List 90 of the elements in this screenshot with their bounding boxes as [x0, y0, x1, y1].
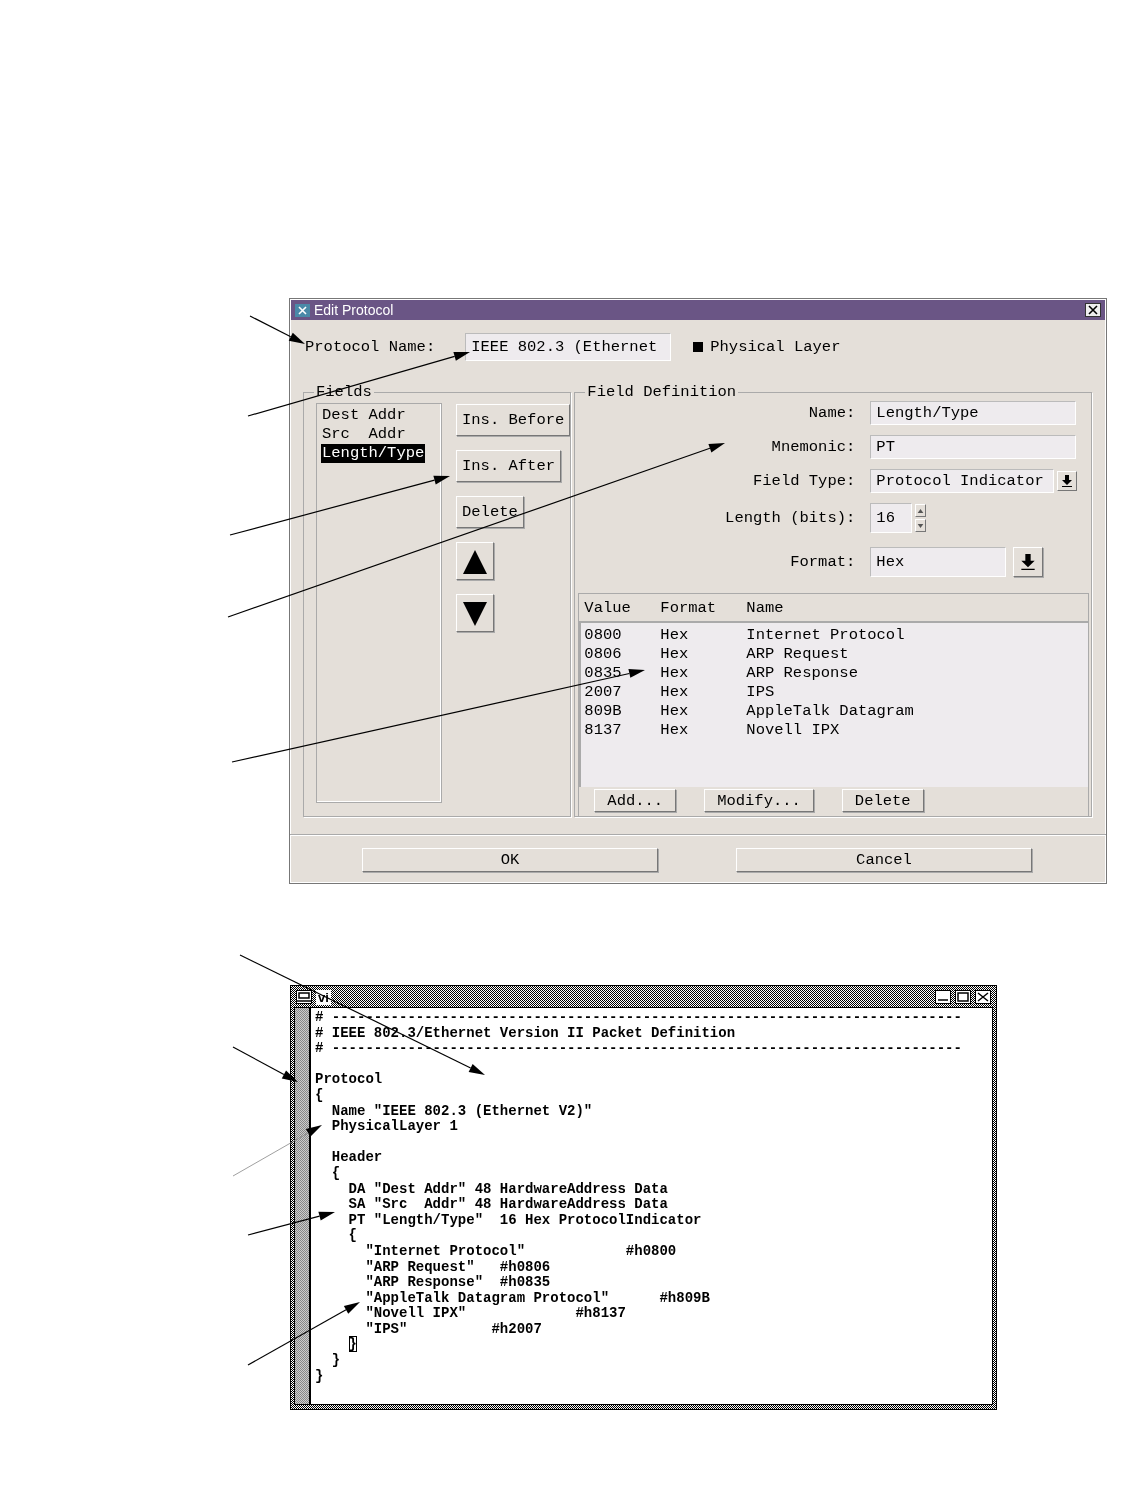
code-line: "ARP Response" #h0835 [364, 1275, 552, 1291]
code-line: } [315, 1368, 325, 1385]
spin-down-button[interactable] [915, 519, 927, 532]
field-label: Format: [789, 553, 856, 571]
spin-up-button[interactable] [915, 504, 927, 517]
down-arrow-icon [1021, 554, 1036, 570]
action-button[interactable]: Ins. After [456, 450, 561, 482]
code-line: { [315, 1087, 325, 1104]
table-cell-text: 809B [584, 701, 623, 720]
table-cell-text: Hex [660, 663, 690, 682]
dialog-button[interactable]: OK [362, 848, 658, 872]
field-label: Length (bits): [724, 509, 856, 527]
table-cell-text: 0835 [584, 663, 623, 682]
table-cell-text: 0806 [584, 644, 623, 663]
app-logo-icon [295, 303, 310, 317]
code-line: "AppleTalk Datagram Protocol" #h809B [364, 1290, 711, 1306]
table-cell: IPS [746, 682, 775, 701]
close-button[interactable] [975, 990, 991, 1004]
checkbox[interactable] [693, 342, 704, 352]
code-line: SA "Src Addr" 48 HardwareAddress Data [347, 1197, 669, 1213]
table-cell: ARP Request [746, 644, 849, 663]
group-title: Field Definition [586, 383, 738, 401]
down-arrow-icon [1062, 475, 1073, 487]
value-list[interactable]: 0800 Hex Internet Protocol 0806 Hex ARP Request 0835 Hex ARP Response 2007 Hex IPS 809B Hex AppleTalk Datagram 8137 Hex Novell IPX [579, 623, 1089, 787]
table-cell-text: Hex [660, 625, 690, 644]
code-line: "Novell IPX" #h8137 [364, 1306, 627, 1322]
table-cell-text: Hex [660, 701, 690, 720]
code-line: PT "Length/Type" 16 Hex ProtocolIndicator [347, 1212, 703, 1228]
code-line: } [330, 1353, 342, 1369]
checkbox-label: Physical Layer [710, 338, 841, 356]
action-button[interactable]: Ins. Before [456, 404, 571, 436]
column-header: Format [660, 598, 718, 617]
window-title: Edit Protocol [314, 302, 395, 318]
field-label: Protocol Name: [305, 338, 436, 356]
list-item[interactable]: Length/Type [321, 444, 426, 463]
code-line: { [347, 1228, 358, 1244]
table-cell-text: Hex [660, 682, 690, 701]
field-list[interactable]: Dest Addr Src Addr Length/Type [316, 403, 442, 803]
maximize-button[interactable] [955, 990, 971, 1004]
terminal-icon [296, 990, 312, 1004]
code-line: "IPS" #h2007 [364, 1321, 543, 1338]
text-field[interactable]: PT [870, 435, 1077, 459]
table-cell: Internet Protocol [746, 625, 905, 644]
field-label: Name: [807, 404, 856, 422]
field-label: Field Type: [752, 472, 856, 490]
code-line: "ARP Request" #h0806 [364, 1259, 552, 1275]
down-arrow-icon [917, 522, 925, 529]
code-line: PhysicalLayer 1 [330, 1119, 459, 1135]
up-arrow-icon [917, 507, 925, 514]
field-label: Mnemonic: [770, 438, 856, 456]
column-header: Value [584, 598, 632, 617]
action-button[interactable]: Delete [456, 496, 524, 528]
table-cell-text: 2007 [584, 682, 623, 701]
protocol-name-field[interactable]: IEEE 802.3 (Ethernet [465, 333, 672, 361]
table-cell-text: Hex [660, 644, 690, 663]
dropdown-button[interactable] [1057, 471, 1078, 491]
table-cell-text: 0800 [584, 625, 623, 644]
text-field[interactable]: Length/Type [870, 401, 1077, 425]
code-line: Protocol [315, 1072, 384, 1088]
dropdown-field[interactable]: Protocol Indicator [870, 469, 1055, 493]
table-cell-text: Hex [660, 720, 690, 739]
scroll-bar[interactable] [295, 1008, 311, 1404]
annotation-arrow [249, 315, 305, 344]
minimize-button[interactable] [935, 990, 951, 1004]
move-down-button[interactable] [456, 594, 494, 632]
table-cell-text: 8137 [584, 720, 623, 739]
action-button[interactable]: Delete [841, 789, 924, 812]
close-icon [1088, 305, 1098, 315]
column-header: Name [746, 598, 784, 617]
action-button[interactable]: Add... [594, 789, 677, 812]
list-item[interactable]: Dest Addr [321, 406, 407, 425]
code-line: DA "Dest Addr" 48 HardwareAddress Data [347, 1181, 669, 1197]
code-line: # --------------------------------------------------------------------------- [315, 1010, 963, 1026]
code-line: Header [330, 1150, 384, 1166]
dropdown-button[interactable] [1013, 547, 1044, 577]
code-line: { [330, 1165, 342, 1182]
number-field[interactable]: 16 [870, 503, 913, 533]
table-cell: Novell IPX [746, 720, 840, 739]
dialog-button[interactable]: Cancel [736, 848, 1032, 872]
move-up-button[interactable] [456, 542, 494, 580]
table-cell: AppleTalk Datagram [746, 701, 914, 720]
close-button[interactable] [1085, 303, 1101, 317]
code-line: } [348, 1336, 357, 1353]
combo-field[interactable]: Hex [870, 547, 1007, 577]
code-line: "Internet Protocol" #h0800 [364, 1243, 678, 1260]
table-cell: ARP Response [746, 663, 858, 682]
code-line: # --------------------------------------------------------------------------- [315, 1041, 963, 1057]
code-line: Name "IEEE 802.3 (Ethernet V2)" [330, 1103, 594, 1119]
list-item[interactable]: Src Addr [321, 425, 407, 444]
action-button[interactable]: Modify... [704, 789, 814, 812]
